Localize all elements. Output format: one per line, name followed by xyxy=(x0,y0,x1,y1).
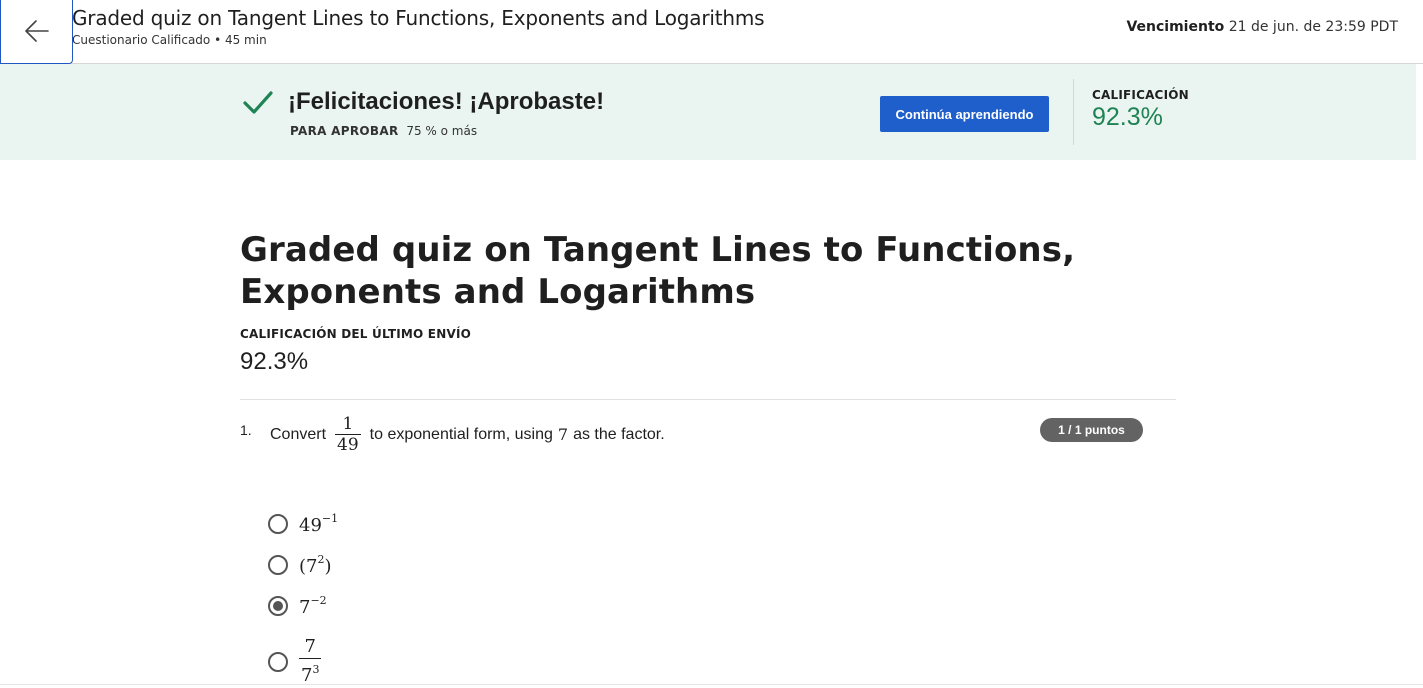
option-exponent: −2 xyxy=(310,594,327,607)
answer-option-3[interactable]: 7−2 xyxy=(268,594,327,618)
checkmark-icon xyxy=(243,91,273,114)
page-title: Graded quiz on Tangent Lines to Function… xyxy=(240,230,1076,312)
option-base: 7 xyxy=(306,556,318,577)
fraction-numerator: 1 xyxy=(342,414,354,434)
passed-banner: ¡Felicitaciones! ¡Aprobaste! PARA APROBA… xyxy=(0,64,1416,160)
due-value: 21 de jun. de 23:59 PDT xyxy=(1228,19,1398,35)
due-label: Vencimiento xyxy=(1126,19,1225,35)
answer-option-2[interactable]: (72) xyxy=(268,553,332,577)
option-close-paren: ) xyxy=(324,556,332,577)
question-text-before: Convert xyxy=(270,425,327,443)
arrow-left-icon xyxy=(24,19,49,42)
due-date: Vencimiento 21 de jun. de 23:59 PDT xyxy=(1126,19,1398,35)
last-submission-grade-label: CALIFICACIÓN DEL ÚLTIMO ENVÍO xyxy=(240,327,472,341)
radio-button[interactable] xyxy=(268,651,288,672)
question-prompt: Convert 1 49 to exponential form, using … xyxy=(270,414,665,455)
section-divider xyxy=(240,399,1176,400)
option-open-paren: ( xyxy=(299,556,307,577)
option-base: 49 xyxy=(299,515,322,536)
radio-button[interactable] xyxy=(268,514,288,534)
banner-divider xyxy=(1073,79,1074,145)
congrats-message: ¡Felicitaciones! ¡Aprobaste! xyxy=(288,88,605,115)
answer-option-1[interactable]: 49−1 xyxy=(268,512,338,536)
grade-label: CALIFICACIÓN xyxy=(1092,88,1189,102)
pass-value: 75 % o más xyxy=(406,124,478,138)
header-subtitle: Cuestionario Calificado • 45 min xyxy=(72,33,267,47)
option-den-base: 7 xyxy=(301,665,313,686)
question-fraction: 1 49 xyxy=(335,414,361,455)
question-factor: 7 xyxy=(557,425,569,444)
question-text-middle: to exponential form, using xyxy=(369,425,553,443)
option-fraction: 7 73 xyxy=(299,636,322,687)
back-button[interactable] xyxy=(0,0,73,64)
fraction-denominator: 49 xyxy=(335,434,361,455)
question-number: 1. xyxy=(240,422,252,438)
bottom-divider xyxy=(0,684,1423,685)
top-header: Graded quiz on Tangent Lines to Function… xyxy=(0,0,1423,64)
continue-learning-button[interactable]: Continúa aprendiendo xyxy=(880,96,1049,132)
last-submission-grade-value: 92.3% xyxy=(240,348,309,375)
option-label: 7−2 xyxy=(299,594,327,618)
option-label: (72) xyxy=(299,553,332,577)
grade-value: 92.3% xyxy=(1092,103,1163,131)
option-den-exponent: 3 xyxy=(312,663,320,676)
option-denominator: 73 xyxy=(299,658,322,687)
radio-button[interactable] xyxy=(268,555,288,575)
points-badge: 1 / 1 puntos xyxy=(1040,418,1143,442)
pass-requirement: PARA APROBAR 75 % o más xyxy=(290,124,477,138)
option-exponent: −1 xyxy=(321,512,339,525)
radio-button-selected[interactable] xyxy=(268,596,288,616)
option-label: 49−1 xyxy=(299,512,338,536)
header-title: Graded quiz on Tangent Lines to Function… xyxy=(72,6,765,30)
pass-label: PARA APROBAR xyxy=(290,124,399,138)
question-text-after: as the factor. xyxy=(573,425,665,443)
answer-option-4[interactable]: 7 73 xyxy=(268,636,322,687)
option-base: 7 xyxy=(299,597,311,618)
option-numerator: 7 xyxy=(304,636,316,657)
